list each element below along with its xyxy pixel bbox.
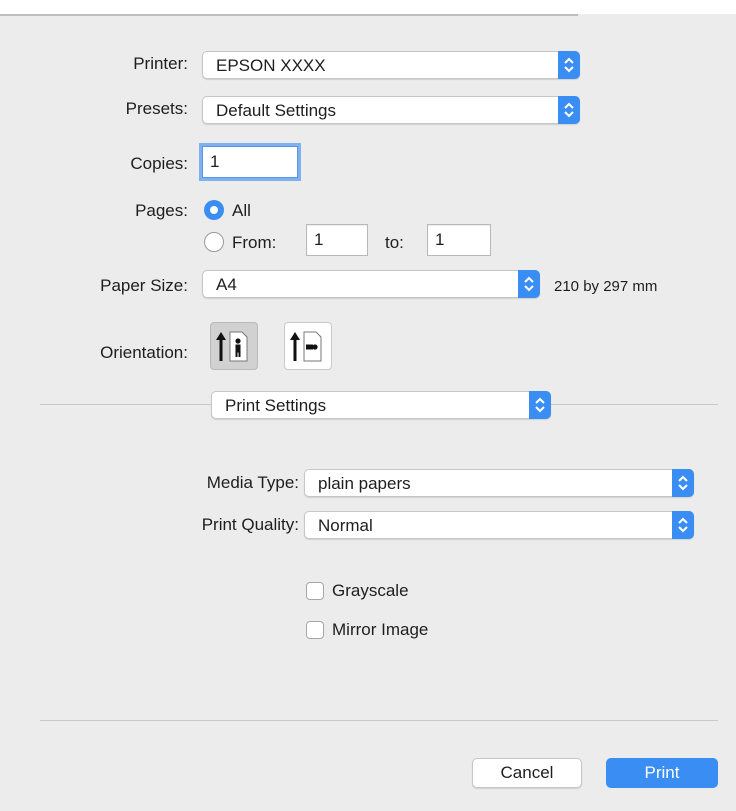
popup-arrows-icon — [529, 391, 551, 419]
orientation-label: Orientation: — [100, 343, 188, 362]
paper-size-popup[interactable]: A4 — [202, 270, 540, 298]
pages-from-field[interactable]: 1 — [306, 224, 368, 256]
popup-arrows-icon — [558, 51, 580, 79]
printer-label: Printer: — [133, 54, 188, 73]
pages-to-value: 1 — [435, 230, 445, 249]
pages-to-label: to: — [385, 233, 404, 252]
pages-all-label: All — [232, 201, 251, 220]
footer-divider — [40, 720, 718, 721]
grayscale-label: Grayscale — [332, 581, 409, 600]
pages-label: Pages: — [135, 201, 188, 220]
portrait-icon — [216, 331, 248, 362]
pages-to-field[interactable]: 1 — [427, 224, 491, 256]
media-type-label: Media Type: — [206, 473, 299, 492]
copies-value: 1 — [210, 152, 220, 171]
mirror-image-label: Mirror Image — [332, 620, 429, 639]
popup-arrows-icon — [672, 511, 694, 539]
grayscale-checkbox[interactable] — [306, 582, 324, 600]
landscape-icon — [290, 331, 322, 362]
pages-all-radio[interactable] — [204, 200, 224, 220]
presets-popup[interactable]: Default Settings — [202, 96, 580, 124]
cancel-button[interactable]: Cancel — [472, 758, 582, 788]
print-quality-label: Print Quality: — [201, 515, 299, 534]
window-top-edge — [0, 0, 578, 16]
mirror-image-checkbox[interactable] — [306, 621, 324, 639]
copies-label: Copies: — [130, 154, 188, 173]
pages-from-radio[interactable] — [204, 232, 224, 252]
pages-from-value: 1 — [314, 230, 324, 249]
copies-field[interactable]: 1 — [202, 146, 298, 178]
section-popup[interactable]: Print Settings — [211, 391, 551, 419]
media-type-popup[interactable]: plain papers — [304, 469, 694, 497]
printer-popup[interactable]: EPSON XXXX — [202, 51, 580, 79]
print-button[interactable]: Print — [606, 758, 718, 788]
printer-value: EPSON XXXX — [216, 56, 326, 75]
window-top-edge-right — [578, 0, 736, 14]
paper-size-value: A4 — [216, 275, 237, 294]
print-quality-value: Normal — [318, 516, 373, 535]
popup-arrows-icon — [518, 270, 540, 298]
presets-label: Presets: — [125, 99, 188, 118]
paper-size-label: Paper Size: — [100, 276, 188, 295]
orientation-portrait-button[interactable] — [210, 322, 258, 370]
pages-from-label: From: — [232, 233, 277, 252]
print-quality-popup[interactable]: Normal — [304, 511, 694, 539]
section-value: Print Settings — [225, 396, 327, 415]
orientation-landscape-button[interactable] — [284, 322, 332, 370]
popup-arrows-icon — [672, 469, 694, 497]
media-type-value: plain papers — [318, 474, 411, 493]
popup-arrows-icon — [558, 96, 580, 124]
presets-value: Default Settings — [216, 101, 337, 120]
paper-dimensions: 210 by 297 mm — [554, 278, 658, 295]
